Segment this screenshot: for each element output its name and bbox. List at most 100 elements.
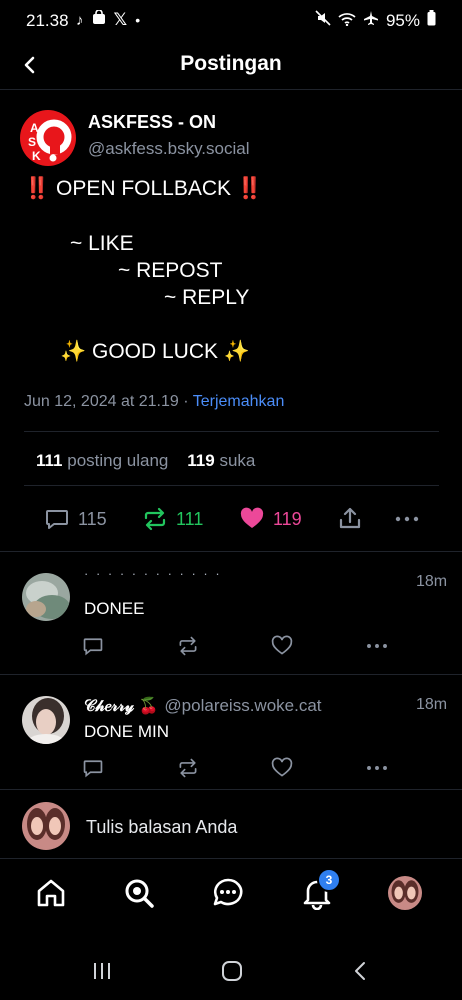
reply-composer[interactable]: Tulis balasan Anda [0,790,462,858]
tabbar-divider [0,858,462,859]
reply-1-avatar[interactable] [22,573,70,621]
svg-text:S: S [28,135,36,149]
stats-divider [24,485,439,486]
header-divider [0,89,462,90]
composer-avatar [22,802,70,850]
repost-icon [179,758,197,778]
author-name[interactable]: ASKFESS - ON [88,112,216,133]
reply-1-comment-button[interactable] [82,635,104,662]
post-meta: Jun 12, 2024 at 21.19 · Terjemahkan [24,393,284,411]
share-button[interactable] [337,506,363,537]
reply-2-like-button[interactable] [271,757,293,784]
reply-1-time: 18m [416,573,448,590]
user-photo-icon [22,802,70,850]
reply-2-repost-button[interactable] [177,757,199,784]
home-nav-button[interactable] [221,960,243,987]
post-line-1: ‼️ OPEN FOLLBACK ‼️ [24,177,264,200]
reply-2-avatar[interactable] [22,696,70,744]
chat-bubble-icon [213,878,243,906]
repost-label: posting ulang [67,451,169,470]
svg-text:A: A [30,121,39,135]
tab-home[interactable] [34,876,68,910]
home-icon [37,879,65,907]
shopping-bag-icon [92,9,106,30]
reply-action-count: 115 [78,508,107,529]
reply-1-text: DONEE [84,599,145,618]
airplane-icon [363,10,379,31]
reply-divider [0,674,462,675]
repost-icon [144,507,166,531]
askfess-logo-icon: A S K [20,110,76,166]
tab-search[interactable] [122,876,156,910]
share-icon [339,507,361,529]
repost-action[interactable]: 111 [142,506,203,532]
repost-icon [179,636,197,656]
profile-avatar-icon [388,876,422,910]
composer-placeholder: Tulis balasan Anda [86,817,238,837]
tab-profile[interactable] [388,876,422,910]
notifications-badge: 3 [317,868,341,892]
wifi-icon [338,11,356,31]
reply-2-header[interactable]: 𝒞𝒽𝑒𝓇𝓇𝓎 🍒 @polareiss.woke.cat [84,696,322,716]
battery-percent: 95% [385,10,420,30]
author-avatar[interactable]: A S K [20,110,76,166]
post-line-5: ✨ GOOD LUCK ✨ [60,340,250,363]
reply-2-text: DONE MIN [84,722,169,741]
comment-icon [46,510,68,529]
meta-divider [24,431,439,432]
reply-2-comment-button[interactable] [82,757,104,784]
more-options-button[interactable] [394,510,420,533]
more-dots-icon [367,766,387,770]
mute-icon [315,10,331,31]
tiktok-icon: ♪ [76,11,84,29]
battery-icon [427,10,436,31]
heart-icon [271,757,293,777]
reply-2-more-button[interactable] [365,760,389,781]
reply-2-time: 18m [416,696,448,713]
top-bar: Postingan [0,44,462,88]
svg-text:K: K [32,149,41,163]
status-bar: 21.38 ♪ 𝕏 • 95% [0,0,462,44]
system-indicators: 95% [315,10,436,31]
recent-apps-icon [94,963,110,979]
comment-icon [83,638,103,656]
reply-2-name: 𝒞𝒽𝑒𝓇𝓇𝓎 🍒 [84,698,159,715]
reply-1-like-button[interactable] [271,635,293,662]
heart-icon [271,635,293,655]
x-app-icon: 𝕏 [113,10,128,29]
engagement-stats: 111 posting ulang 119 suka [36,451,255,471]
status-time: 21.38 [26,11,69,30]
reply-action[interactable]: 115 [44,506,107,532]
notification-icons: ♪ 𝕏 • [76,9,141,30]
like-action[interactable]: 119 [239,506,302,532]
more-dots-icon [367,644,387,648]
translate-link[interactable]: Terjemahkan [193,393,285,410]
author-handle[interactable]: @askfess.bsky.social [88,139,250,159]
reply-1-more-button[interactable] [365,638,389,659]
comment-icon [83,760,103,778]
back-nav-button[interactable] [350,960,372,987]
page-title: Postingan [180,52,282,75]
user-photo-icon [22,696,70,744]
recent-apps-button[interactable] [91,960,113,987]
reply-2-handle: @polareiss.woke.cat [164,696,322,715]
post-line-4: ~ REPLY [164,286,250,309]
post-line-3: ~ REPOST [118,259,223,282]
post-line-2: ~ LIKE [70,232,134,255]
repost-action-count: 111 [176,508,204,529]
more-dots-icon [395,516,419,522]
reply-1-repost-button[interactable] [177,635,199,662]
like-stat[interactable]: 119 suka [187,451,255,470]
like-action-count: 119 [273,508,302,529]
dot-icon: • [135,12,141,28]
back-arrow-icon [355,962,365,980]
post-timestamp: Jun 12, 2024 at 21.19 [24,393,179,410]
like-label: suka [219,451,256,470]
meta-separator: · [183,393,189,410]
repost-stat[interactable]: 111 posting ulang [36,451,168,470]
reply-1-name-cut[interactable]: · · · · · · · · · · · · [84,566,222,581]
repost-count: 111 [36,451,63,470]
like-count: 119 [187,451,215,470]
search-icon [125,879,154,908]
tab-messages[interactable] [211,876,245,910]
